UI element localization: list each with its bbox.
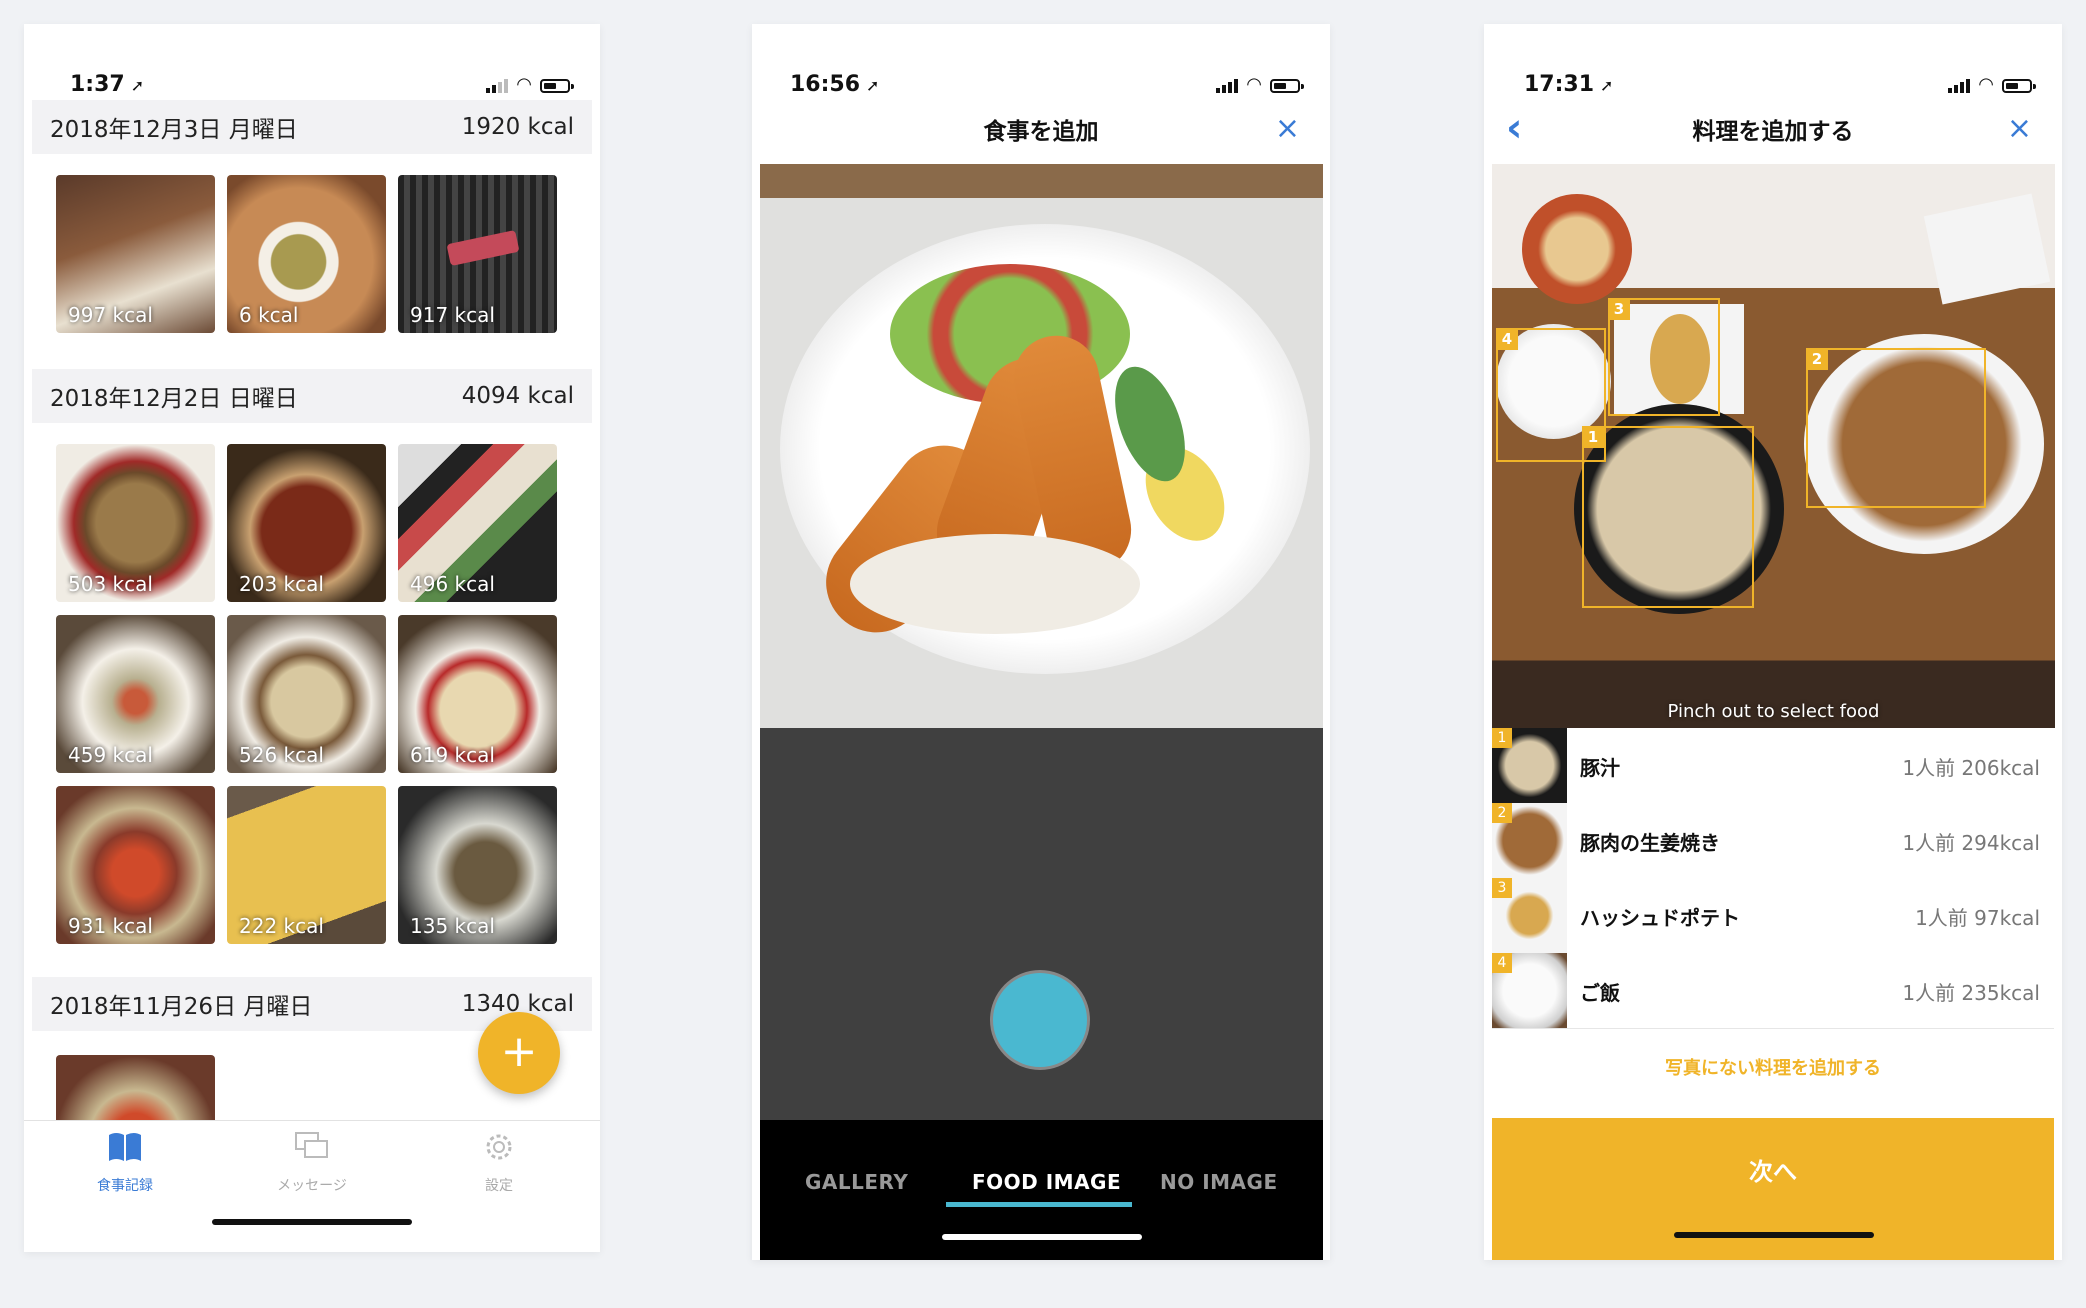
- screen-title: 料理を追加する: [1692, 119, 1854, 145]
- tab-settings[interactable]: 設定: [424, 1129, 574, 1195]
- add-unlisted-dish-link[interactable]: 写真にない料理を追加する: [1492, 1054, 2054, 1080]
- tab-meal-log[interactable]: 食事記録: [50, 1129, 200, 1195]
- chat-icon: [295, 1132, 328, 1158]
- dish-thumbnail: 4: [1492, 953, 1567, 1028]
- detection-box[interactable]: 3: [1608, 298, 1720, 416]
- day-date: 2018年12月2日 日曜日: [50, 386, 298, 412]
- wifi-icon: ◠: [516, 74, 532, 95]
- dish-name: ハッシュドポテト: [1580, 906, 1740, 930]
- tab-bar: 食事記録 メッセージ 設定: [24, 1120, 600, 1251]
- back-chevron-icon[interactable]: ‹: [1506, 108, 1522, 148]
- nav-bar: ‹ 料理を追加する ×: [1492, 96, 2054, 162]
- gear-icon: [486, 1134, 512, 1160]
- day-date: 2018年11月26日 月曜日: [50, 994, 313, 1020]
- dish-row[interactable]: 1 豚汁 1人前 206kcal: [1492, 728, 2054, 804]
- dish-thumbnail: 2: [1492, 803, 1567, 878]
- close-icon[interactable]: ×: [2007, 114, 2032, 144]
- location-arrow-icon: ➚: [866, 76, 880, 95]
- dish-kcal: 1人前 97kcal: [1915, 906, 2040, 930]
- camera-preview: [760, 164, 1323, 728]
- meal-photo[interactable]: 526 kcal: [227, 615, 386, 773]
- dish-row[interactable]: 3 ハッシュドポテト 1人前 97kcal: [1492, 878, 2054, 954]
- day-total-kcal: 4094 kcal: [461, 383, 574, 409]
- meal-photo[interactable]: 222 kcal: [227, 786, 386, 944]
- capture-button[interactable]: [990, 970, 1090, 1070]
- day-header: 2018年12月2日 日曜日 4094 kcal: [32, 369, 592, 423]
- day-total-kcal: 1920 kcal: [461, 114, 574, 140]
- meal-photo[interactable]: 931 kcal: [56, 786, 215, 944]
- tab-no-image[interactable]: NO IMAGE: [1160, 1170, 1278, 1194]
- home-indicator: [942, 1234, 1142, 1240]
- detection-box[interactable]: 4: [1496, 328, 1606, 462]
- battery-icon: [1270, 79, 1304, 93]
- wifi-icon: ◠: [1246, 74, 1262, 95]
- close-icon[interactable]: ×: [1275, 114, 1300, 144]
- dish-kcal: 1人前 235kcal: [1902, 981, 2040, 1005]
- status-icons: ◠: [1216, 74, 1304, 95]
- book-icon: [109, 1133, 141, 1161]
- meal-log-screen: 1:37 ➚ ◠ 2018年12月3日 月曜日 1920 kcal 997 kca…: [24, 24, 600, 1252]
- day-date: 2018年12月3日 月曜日: [50, 117, 298, 143]
- signal-icon: [486, 79, 509, 93]
- source-tab-bar: GALLERY FOOD IMAGE NO IMAGE: [760, 1120, 1323, 1260]
- dish-thumbnail: 1: [1492, 728, 1567, 803]
- add-meal-screen: 16:56 ➚ ◠ 食事を追加 × GALLERY FOOD IMAGE NO I…: [752, 24, 1330, 1260]
- dish-kcal: 1人前 206kcal: [1902, 756, 2040, 780]
- next-button[interactable]: 次へ: [1492, 1118, 2054, 1260]
- tab-gallery[interactable]: GALLERY: [805, 1170, 908, 1194]
- wifi-icon: ◠: [1978, 74, 1994, 95]
- detection-box[interactable]: 2: [1806, 348, 1986, 508]
- tab-food-image[interactable]: FOOD IMAGE: [972, 1170, 1121, 1194]
- meal-photo[interactable]: 496 kcal: [398, 444, 557, 602]
- add-dish-screen: 17:31 ➚ ◠ ‹ 料理を追加する × 1 2 3 4 Pinch out t…: [1484, 24, 2062, 1260]
- dish-kcal: 1人前 294kcal: [1902, 831, 2040, 855]
- dish-row[interactable]: 4 ご飯 1人前 235kcal: [1492, 953, 2054, 1029]
- battery-icon: [2002, 79, 2036, 93]
- detection-box[interactable]: 1: [1582, 426, 1754, 608]
- meal-photo[interactable]: 459 kcal: [56, 615, 215, 773]
- camera-area: [760, 728, 1323, 1144]
- food-photo: 1 2 3 4 Pinch out to select food: [1492, 164, 2055, 728]
- location-arrow-icon: ➚: [1600, 76, 1614, 95]
- nav-bar: 食事を追加 ×: [760, 96, 1322, 162]
- dish-thumbnail: 3: [1492, 878, 1567, 953]
- screen-title: 食事を追加: [983, 119, 1099, 145]
- dish-name: 豚肉の生姜焼き: [1580, 831, 1720, 855]
- clock: 16:56 ➚: [790, 72, 880, 97]
- tab-label: 設定: [485, 1178, 513, 1194]
- meal-photo[interactable]: 619 kcal: [398, 615, 557, 773]
- pinch-hint: Pinch out to select food: [1667, 701, 1880, 722]
- meal-photo[interactable]: 135 kcal: [398, 786, 557, 944]
- day-header: 2018年12月3日 月曜日 1920 kcal: [32, 100, 592, 154]
- dish-name: 豚汁: [1580, 756, 1620, 780]
- meal-photo[interactable]: 917 kcal: [398, 175, 557, 333]
- clock: 1:37 ➚: [70, 72, 145, 97]
- tab-label: メッセージ: [277, 1178, 347, 1194]
- home-indicator: [1674, 1232, 1874, 1238]
- tab-messages[interactable]: メッセージ: [237, 1129, 387, 1195]
- meal-photo[interactable]: 503 kcal: [56, 444, 215, 602]
- battery-icon: [540, 79, 574, 93]
- meal-photo[interactable]: 6 kcal: [227, 175, 386, 333]
- tab-label: 食事記録: [97, 1178, 153, 1194]
- status-icons: ◠: [1948, 74, 2036, 95]
- dish-name: ご飯: [1580, 981, 1620, 1005]
- signal-icon: [1216, 79, 1239, 93]
- next-button-label: 次へ: [1749, 1158, 1797, 1186]
- signal-icon: [1948, 79, 1971, 93]
- status-icons: ◠: [486, 74, 574, 95]
- clock: 17:31 ➚: [1524, 72, 1614, 97]
- active-tab-indicator: [946, 1202, 1132, 1207]
- location-arrow-icon: ➚: [130, 76, 145, 95]
- add-meal-button[interactable]: +: [478, 1012, 560, 1094]
- meal-photo[interactable]: 997 kcal: [56, 175, 215, 333]
- meal-photo[interactable]: 203 kcal: [227, 444, 386, 602]
- dish-row[interactable]: 2 豚肉の生姜焼き 1人前 294kcal: [1492, 803, 2054, 879]
- home-indicator: [212, 1219, 412, 1225]
